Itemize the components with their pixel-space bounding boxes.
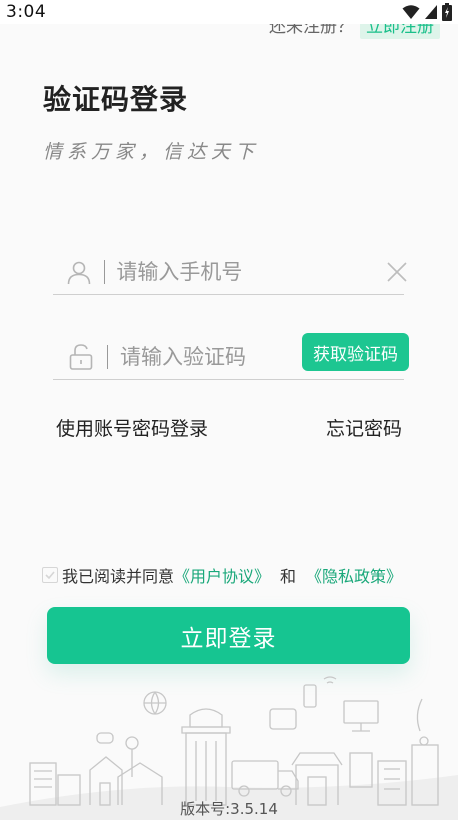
agreement-and: 和 [280,567,297,586]
privacy-policy-link[interactable]: 《隐私政策》 [306,563,402,587]
field-separator [107,344,108,369]
status-bar: 3:04 [0,0,458,24]
status-time: 3:04 [6,2,47,22]
code-field-row: 获取验证码 [53,333,409,380]
clear-icon[interactable] [384,258,410,286]
get-code-button[interactable]: 获取验证码 [302,333,409,371]
user-agreement-link[interactable]: 《用户协议》 [174,563,270,587]
login-screen: 还未注册？ 立即注册 3:04 验证码登录 情系万家，信达天下 请输入手机号 请… [0,0,458,820]
page-slogan: 情系万家，信达天下 [43,141,260,163]
login-links: 使用账号密码登录 忘记密码 [56,414,402,441]
page-title: 验证码登录 [43,83,189,116]
field-separator [103,259,105,284]
battery-icon [442,3,452,21]
phone-input[interactable] [116,259,385,284]
signal-icon [425,5,437,19]
account-login-link[interactable]: 使用账号密码登录 [56,414,208,441]
login-button[interactable]: 立即登录 [47,607,410,664]
forgot-password-link[interactable]: 忘记密码 [326,414,402,441]
phone-field-row [53,249,407,295]
agreement-prefix: 我已阅读并同意 [62,567,175,586]
agreement-row: 我已阅读并同意 《用户协议》 和 《隐私政策》 [42,563,422,587]
version-label: 版本号:3.5.14 [180,800,278,818]
agreement-checkbox[interactable] [42,567,58,583]
wifi-icon [402,5,420,19]
user-icon [61,259,98,285]
status-icons [402,3,452,21]
lock-icon [61,343,101,371]
